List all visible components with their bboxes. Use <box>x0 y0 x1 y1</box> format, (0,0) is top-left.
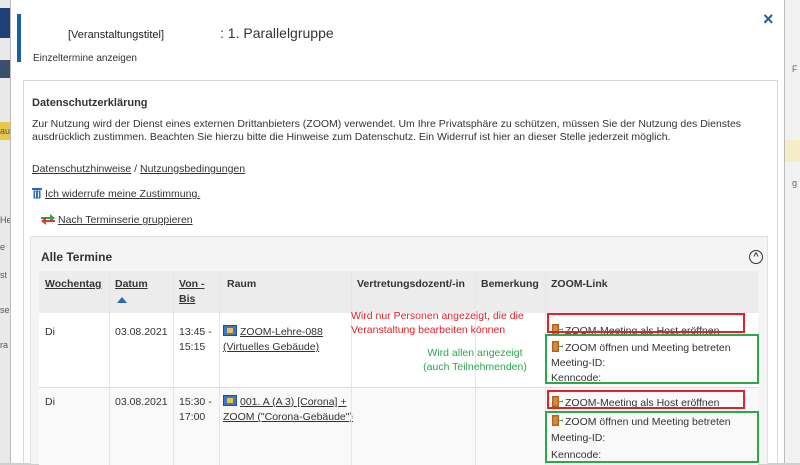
bg-fragment: se <box>0 305 10 315</box>
room-icon <box>223 325 237 336</box>
room-link[interactable]: 001. A (A 3) [Corona] + ZOOM ("Corona-Ge… <box>223 396 353 423</box>
annotation-green-box <box>545 334 759 384</box>
annotation-green-box <box>545 411 759 463</box>
revoke-consent[interactable]: Ich widerrufe meine Zustimmung. <box>32 187 200 200</box>
group-by-series[interactable]: Nach Terminserie gruppieren <box>40 213 193 226</box>
table-header: Wochentag Datum Von - Bis Raum Vertretun… <box>39 271 758 313</box>
bg-fragment: g <box>792 178 798 188</box>
column-divider <box>109 271 110 465</box>
collapse-icon[interactable]: ^ <box>749 250 763 264</box>
column-divider <box>173 271 174 465</box>
privacy-notice-link[interactable]: Datenschutzhinweise <box>32 163 131 175</box>
cell-room[interactable]: 001. A (A 3) [Corona] + ZOOM ("Corona-Ge… <box>223 395 353 425</box>
bg-fragment: e <box>0 242 6 252</box>
header-weekday[interactable]: Wochentag <box>45 277 109 292</box>
cell-weekday: Di <box>45 326 55 338</box>
title-suffix: : 1. Parallelgruppe <box>220 25 334 41</box>
bg-fragment: st <box>0 270 8 280</box>
cell-time: 15:30 - 17:00 <box>179 396 212 423</box>
dialog-title: [Veranstaltungstitel] : 1. Parallelgruppe <box>68 25 334 41</box>
link-separator: / <box>134 163 138 175</box>
title-placeholder: [Veranstaltungstitel] <box>68 29 165 41</box>
bg-fragment: F <box>792 64 798 74</box>
sort-ascending-icon[interactable] <box>117 297 127 303</box>
header-time[interactable]: Von - Bis <box>179 277 215 307</box>
bg-fragment: ra <box>0 340 9 350</box>
annotation-red-box <box>547 390 745 409</box>
cell-room[interactable]: ZOOM-Lehre-088 (Virtuelles Gebäude) <box>223 325 353 355</box>
terms-of-use-link[interactable]: Nutzungsbedingungen <box>140 163 245 175</box>
cell-time: 13:45 - 15:15 <box>179 326 212 353</box>
header-room: Raum <box>227 278 257 290</box>
background-page-right: F g <box>783 0 800 463</box>
privacy-links: Datenschutzhinweise / Nutzungsbedingunge… <box>32 163 245 175</box>
privacy-text: Zur Nutzung wird der Dienst eines extern… <box>32 118 742 143</box>
header-date[interactable]: Datum <box>115 277 167 292</box>
room-link[interactable]: ZOOM-Lehre-088 (Virtuelles Gebäude) <box>223 326 323 353</box>
all-dates-title: Alle Termine <box>41 250 113 264</box>
header-remark: Bemerkung <box>481 278 539 290</box>
cell-weekday: Di <box>45 396 55 408</box>
header-zoom-link: ZOOM-Link <box>551 278 608 290</box>
dialog: [Veranstaltungstitel] : 1. Parallelgruppe… <box>10 0 785 465</box>
dialog-subtitle: Einzeltermine anzeigen <box>33 53 137 64</box>
cell-date: 03.08.2021 <box>115 396 168 408</box>
dialog-accent-bar <box>17 14 21 62</box>
group-by-series-link[interactable]: Nach Terminserie gruppieren <box>58 214 193 226</box>
annotation-green-note: Wird allen angezeigt (auch Teilnehmenden… <box>423 347 527 373</box>
column-divider <box>219 271 220 465</box>
header-substitute: Vertretungsdozent/-in <box>357 278 465 290</box>
revoke-consent-link[interactable]: Ich widerrufe meine Zustimmung. <box>45 188 200 200</box>
annotation-red-box <box>547 313 745 333</box>
cell-date: 03.08.2021 <box>115 326 168 338</box>
annotation-red-note: Wird nur Personen angezeigt, die die Ver… <box>351 310 524 336</box>
room-icon <box>223 395 237 406</box>
close-icon[interactable]: × <box>763 10 779 28</box>
column-divider <box>351 271 352 465</box>
trash-icon <box>32 188 42 199</box>
privacy-heading: Datenschutzerklärung <box>32 97 148 109</box>
swap-arrows-icon <box>41 214 55 225</box>
